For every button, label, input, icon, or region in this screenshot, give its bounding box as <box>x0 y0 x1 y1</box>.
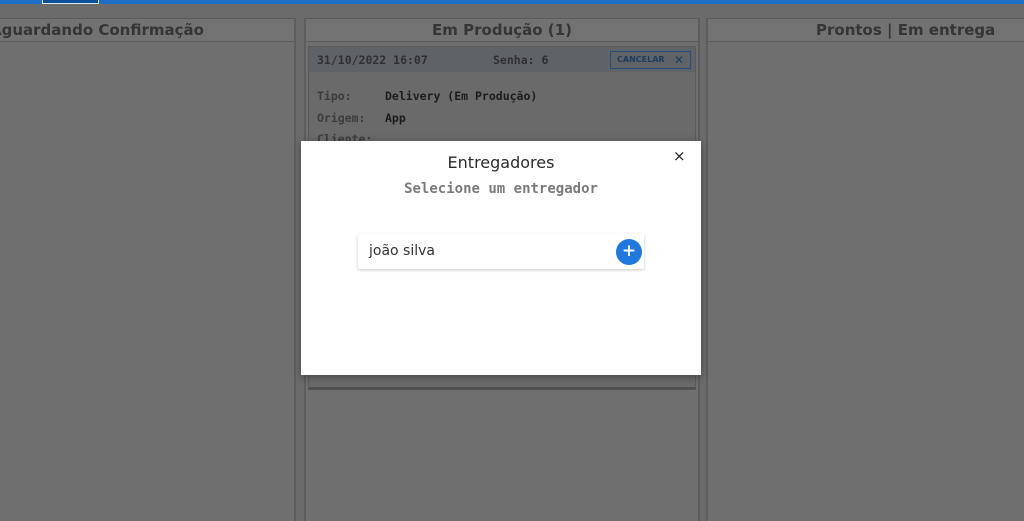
top-bar <box>0 0 1024 4</box>
column-ready-title: Prontos | Em entrega <box>708 18 1024 42</box>
order-card-header: 31/10/2022 16:07 Senha: 6 CANCELAR ✕ <box>309 47 695 72</box>
order-row-tipo: Tipo: Delivery (Em Produção) <box>317 89 537 103</box>
order-row-origem: Origem: App <box>317 111 406 125</box>
order-row-value: App <box>385 111 406 125</box>
driver-list-item[interactable]: joão silva + <box>358 234 644 269</box>
order-senha-label: Senha: <box>493 53 535 67</box>
cancel-order-button[interactable]: CANCELAR ✕ <box>610 51 691 69</box>
drivers-modal: × Entregadores Selecione um entregador j… <box>301 141 701 375</box>
plus-icon: + <box>621 241 637 261</box>
order-row-label: Origem: <box>317 111 366 125</box>
driver-name: joão silva <box>369 243 435 259</box>
modal-title: Entregadores <box>447 153 555 172</box>
order-senha: Senha: 6 <box>493 53 548 67</box>
add-driver-button[interactable]: + <box>616 239 642 265</box>
cancel-order-label: CANCELAR <box>617 55 665 64</box>
column-production-title: Em Produção (1) <box>306 18 698 42</box>
top-bar-tab[interactable] <box>42 0 99 4</box>
modal-subtitle: Selecione um entregador <box>404 181 598 197</box>
order-row-label: Tipo: <box>317 89 352 103</box>
order-row-value: Delivery (Em Produção) <box>385 89 538 103</box>
order-senha-value: 6 <box>541 53 549 67</box>
column-ready: Prontos | Em entrega <box>706 18 1024 521</box>
column-awaiting: Aguardando Confirmação <box>0 18 296 521</box>
column-awaiting-title: Aguardando Confirmação <box>0 18 294 42</box>
close-icon: ✕ <box>673 53 684 67</box>
order-datetime: 31/10/2022 16:07 <box>317 53 428 67</box>
